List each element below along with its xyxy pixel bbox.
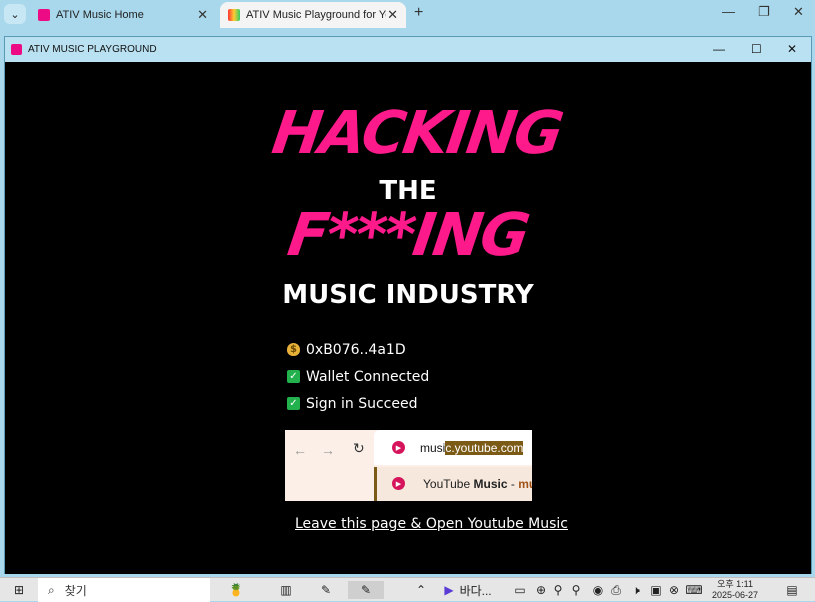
rainbow-favicon-icon	[228, 9, 240, 21]
app-window: ATIV MUSIC PLAYGROUND — ☐ ✕ HACKING THE …	[4, 36, 812, 574]
app-titlebar: ATIV MUSIC PLAYGROUND — ☐ ✕	[5, 37, 811, 62]
window-title: ATIV MUSIC PLAYGROUND	[28, 44, 157, 55]
close-icon[interactable]: ✕	[387, 7, 398, 23]
ativ-favicon-icon	[38, 9, 50, 21]
hero-music-industry: MUSIC INDUSTRY	[282, 280, 534, 310]
check-icon: ✓	[287, 370, 300, 383]
close-window-icon[interactable]: ✕	[793, 4, 804, 20]
tab-list-button[interactable]: ⌄	[4, 4, 26, 24]
taskbar: ⊞ ⌕ 찾기 🍍 ▥ ✎ ✎ ⌃ ▶ 바다... ▭ ⊕ ⚲ ⚲ ◉ ⎙ 🕨 ▣ …	[0, 577, 815, 602]
pineapple-icon: 🍍	[228, 583, 244, 597]
chat-icon[interactable]: ▭	[512, 581, 528, 599]
globe-icon[interactable]: ⊕	[534, 581, 548, 599]
chevron-up-icon[interactable]: ⌃	[414, 581, 428, 599]
clock-date: 2025-06-27	[712, 590, 759, 600]
chrome-icon[interactable]: ◉	[590, 581, 606, 599]
ativ-app-icon[interactable]: ✎	[348, 581, 384, 599]
ativ-logo-icon	[11, 44, 22, 55]
preview-url-bar: ▶ music.youtube.com	[374, 430, 532, 465]
hero-hacking: HACKING	[268, 98, 566, 167]
search-icon: ⌕	[48, 582, 55, 597]
pen-app-icon[interactable]: ✎	[312, 581, 340, 599]
tab-title: ATIV Music Playground for You	[246, 9, 386, 21]
maximize-icon[interactable]: ☐	[751, 42, 762, 56]
wallet-address: 0xB076..4a1D	[306, 341, 406, 358]
new-tab-button[interactable]: +	[414, 4, 423, 22]
notification-icon[interactable]: ▤	[784, 581, 800, 599]
open-youtube-music-link[interactable]: Leave this page & Open Youtube Music	[295, 516, 568, 532]
taskbar-search[interactable]: ⌕ 찾기	[38, 578, 210, 602]
sign-in-row: ✓ Sign in Succeed	[287, 390, 547, 417]
search-label: 찾기	[64, 583, 87, 598]
app-tray-icon[interactable]: ⚲	[568, 581, 584, 599]
browser-preview-image: ←→ ↻ ▶ music.youtube.com ▶ YouTube Music…	[285, 430, 532, 501]
minimize-icon[interactable]: —	[713, 42, 725, 56]
app-content: HACKING THE F***ING MUSIC INDUSTRY $ 0xB…	[5, 62, 811, 574]
tab-title: ATIV Music Home	[56, 9, 144, 21]
video-app-icon: ▶	[444, 583, 454, 597]
taskbar-app-label: 바다...	[459, 583, 492, 598]
preview-suggestion: ▶ YouTube Music - mu	[374, 467, 532, 501]
restore-icon[interactable]: ❐	[758, 4, 770, 20]
youtube-music-icon: ▶	[392, 477, 405, 490]
wallet-connected-row: ✓ Wallet Connected	[287, 363, 547, 390]
sign-in-text: Sign in Succeed	[306, 395, 418, 412]
display-icon[interactable]: ▣	[648, 581, 664, 599]
volume-muted-icon[interactable]: 🕨	[628, 581, 644, 599]
close-icon[interactable]: ✕	[787, 42, 797, 56]
status-list: $ 0xB076..4a1D ✓ Wallet Connected ✓ Sign…	[287, 336, 547, 417]
browser-tab-strip: ⌄ ATIV Music Home ✕ ATIV Music Playgroun…	[0, 0, 815, 28]
taskbar-app-bada[interactable]: ▶ 바다...	[438, 581, 498, 599]
suggestion-text: YouTube Music - mu	[423, 477, 532, 491]
windows-start-icon[interactable]: ⊞	[8, 581, 30, 599]
money-bag-icon: $	[287, 343, 300, 356]
tab-ativ-music-home[interactable]: ATIV Music Home ✕	[30, 2, 216, 28]
preview-url-text: music.youtube.com	[420, 441, 524, 455]
close-circle-icon[interactable]: ⊗	[666, 581, 682, 599]
minimize-icon[interactable]: —	[722, 4, 735, 19]
taskbar-clock[interactable]: 오후 1:11 2025-06-27	[712, 579, 758, 601]
device-icon[interactable]: ⎙	[608, 581, 624, 599]
tab-ativ-music-playground[interactable]: ATIV Music Playground for You ✕	[220, 2, 406, 28]
wallet-address-row: $ 0xB076..4a1D	[287, 336, 547, 363]
check-icon: ✓	[287, 397, 300, 410]
back-forward-icon: ←→	[293, 442, 349, 458]
network-icon[interactable]: ⚲	[550, 581, 566, 599]
close-icon[interactable]: ✕	[197, 7, 208, 23]
hero-fing: F***ING	[283, 200, 533, 269]
reload-icon: ↻	[353, 440, 365, 456]
youtube-music-icon: ▶	[392, 441, 405, 454]
wallet-connected-text: Wallet Connected	[306, 368, 430, 385]
clock-time: 오후 1:11	[717, 579, 753, 589]
keyboard-icon[interactable]: ⌨	[685, 581, 702, 599]
task-view-icon[interactable]: ▥	[274, 581, 298, 599]
